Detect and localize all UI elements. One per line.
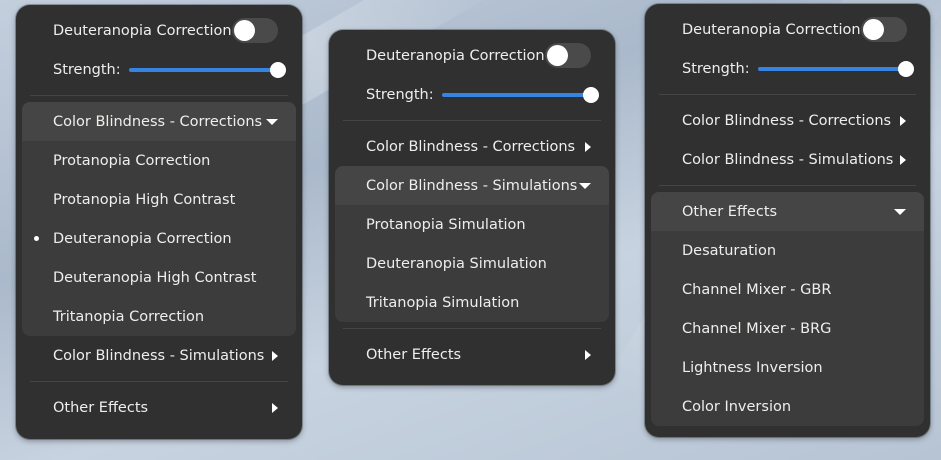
menu-item-label: Deuteranopia Correction: [53, 230, 232, 247]
menu-item-label: Channel Mixer - BRG: [682, 320, 832, 337]
slider-handle[interactable]: [898, 60, 914, 77]
chevron-right-icon: [585, 141, 591, 152]
chevron-right-icon: [272, 402, 278, 413]
menu-corrections[interactable]: Color Blindness - Corrections: [22, 102, 296, 141]
menu-item-channel-mixer-gbr[interactable]: Channel Mixer - GBR: [651, 270, 924, 309]
menu-item-deuteranopia-high-contrast[interactable]: Deuteranopia High Contrast: [22, 258, 296, 297]
toggle-switch[interactable]: [545, 43, 591, 68]
menu-item-label: Channel Mixer - GBR: [682, 281, 832, 298]
separator: [343, 328, 601, 329]
menu-item-label: Protanopia Simulation: [366, 216, 526, 233]
chevron-down-icon: [894, 208, 906, 215]
menu-simulations-label: Color Blindness - Simulations: [366, 177, 578, 194]
menu-other-effects[interactable]: Other Effects: [335, 335, 609, 374]
toggle-label: Deuteranopia Correction: [366, 47, 545, 64]
strength-slider[interactable]: [441, 86, 599, 103]
menu-item-protanopia-simulation[interactable]: Protanopia Simulation: [335, 205, 609, 244]
menu-item-label: Desaturation: [682, 242, 777, 259]
menu-item-channel-mixer-brg[interactable]: Channel Mixer - BRG: [651, 309, 924, 348]
strength-slider[interactable]: [757, 60, 914, 77]
menu-item-label: Deuteranopia Simulation: [366, 255, 547, 272]
menu-item-lightness-inversion[interactable]: Lightness Inversion: [651, 348, 924, 387]
menu-item-color-inversion[interactable]: Color Inversion: [651, 387, 924, 426]
toggle-switch[interactable]: [232, 18, 278, 43]
submenu-other-effects: Other Effects Desaturation Channel Mixer…: [651, 192, 924, 426]
menu-other-effects[interactable]: Other Effects: [651, 192, 924, 231]
menu-corrections-label: Color Blindness - Corrections: [53, 113, 263, 130]
panel-other-effects-expanded: Deuteranopia Correction Strength: Color …: [645, 4, 930, 437]
menu-other-label: Other Effects: [682, 203, 778, 220]
chevron-down-icon: [266, 118, 278, 125]
menu-item-tritanopia-simulation[interactable]: Tritanopia Simulation: [335, 283, 609, 322]
toggle-knob: [547, 45, 568, 66]
menu-item-desaturation[interactable]: Desaturation: [651, 231, 924, 270]
menu-item-deuteranopia-correction[interactable]: Deuteranopia Correction: [22, 219, 296, 258]
strength-row: Strength:: [335, 75, 609, 114]
menu-simulations-label: Color Blindness - Simulations: [682, 151, 894, 168]
menu-item-label: Color Inversion: [682, 398, 792, 415]
menu-other-label: Other Effects: [53, 399, 149, 416]
separator: [343, 120, 601, 121]
selected-dot-icon: [34, 236, 39, 241]
toggle-label: Deuteranopia Correction: [53, 22, 232, 39]
toggle-row[interactable]: Deuteranopia Correction: [335, 36, 609, 75]
menu-other-label: Other Effects: [366, 346, 462, 363]
chevron-down-icon: [579, 182, 591, 189]
menu-item-deuteranopia-simulation[interactable]: Deuteranopia Simulation: [335, 244, 609, 283]
menu-item-label: Tritanopia Correction: [53, 308, 205, 325]
separator: [659, 185, 916, 186]
chevron-right-icon: [585, 349, 591, 360]
submenu-corrections: Color Blindness - Corrections Protanopia…: [22, 102, 296, 336]
toggle-knob: [862, 19, 884, 40]
menu-item-tritanopia-correction[interactable]: Tritanopia Correction: [22, 297, 296, 336]
slider-handle[interactable]: [270, 61, 286, 78]
menu-corrections[interactable]: Color Blindness - Corrections: [651, 101, 924, 140]
toggle-row[interactable]: Deuteranopia Correction: [651, 10, 924, 49]
menu-simulations-label: Color Blindness - Simulations: [53, 347, 265, 364]
menu-corrections[interactable]: Color Blindness - Corrections: [335, 127, 609, 166]
panel-simulations-expanded: Deuteranopia Correction Strength: Color …: [329, 30, 615, 385]
menu-item-label: Tritanopia Simulation: [366, 294, 520, 311]
menu-corrections-label: Color Blindness - Corrections: [366, 138, 576, 155]
toggle-knob: [234, 20, 255, 41]
strength-slider[interactable]: [128, 61, 286, 78]
menu-corrections-label: Color Blindness - Corrections: [682, 112, 892, 129]
panel-corrections-expanded: Deuteranopia Correction Strength: Color …: [16, 5, 302, 439]
toggle-label: Deuteranopia Correction: [682, 21, 861, 38]
strength-label: Strength:: [366, 86, 434, 103]
strength-label: Strength:: [682, 60, 750, 77]
menu-item-label: Deuteranopia High Contrast: [53, 269, 257, 286]
chevron-right-icon: [900, 154, 906, 165]
chevron-right-icon: [900, 115, 906, 126]
separator: [30, 381, 288, 382]
strength-label: Strength:: [53, 61, 121, 78]
menu-item-label: Protanopia Correction: [53, 152, 211, 169]
toggle-row[interactable]: Deuteranopia Correction: [22, 11, 296, 50]
separator: [659, 94, 916, 95]
menu-item-label: Protanopia High Contrast: [53, 191, 236, 208]
strength-row: Strength:: [22, 50, 296, 89]
separator: [30, 95, 288, 96]
menu-item-protanopia-correction[interactable]: Protanopia Correction: [22, 141, 296, 180]
chevron-right-icon: [272, 350, 278, 361]
menu-simulations[interactable]: Color Blindness - Simulations: [22, 336, 296, 375]
strength-row: Strength:: [651, 49, 924, 88]
menu-simulations[interactable]: Color Blindness - Simulations: [335, 166, 609, 205]
toggle-switch[interactable]: [860, 17, 907, 42]
slider-handle[interactable]: [583, 86, 599, 103]
menu-simulations[interactable]: Color Blindness - Simulations: [651, 140, 924, 179]
menu-item-protanopia-high-contrast[interactable]: Protanopia High Contrast: [22, 180, 296, 219]
menu-other-effects[interactable]: Other Effects: [22, 388, 296, 427]
submenu-simulations: Color Blindness - Simulations Protanopia…: [335, 166, 609, 322]
menu-item-label: Lightness Inversion: [682, 359, 823, 376]
